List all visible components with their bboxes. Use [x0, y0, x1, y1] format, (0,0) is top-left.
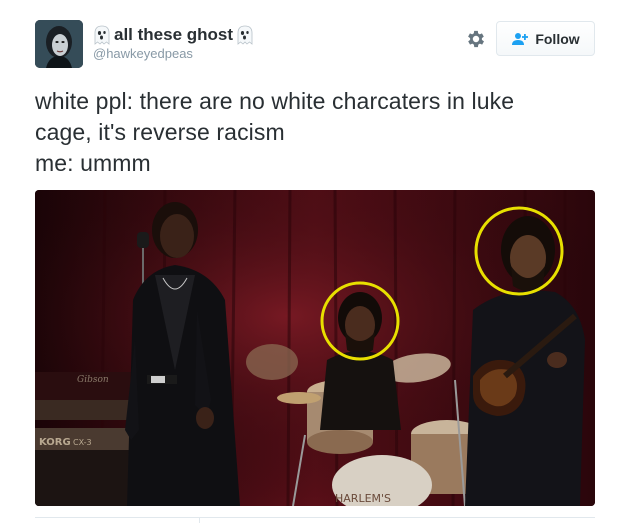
ghost-emoji-icon	[94, 25, 110, 45]
keyboard-model: CX-3	[73, 438, 92, 447]
organ-brand: Gibson	[77, 375, 109, 385]
user-avatar[interactable]	[35, 20, 83, 68]
ghost-emoji-icon	[237, 25, 253, 45]
gear-icon[interactable]	[465, 28, 487, 50]
footer-divider	[199, 517, 200, 523]
display-name[interactable]: all these ghost	[93, 24, 254, 46]
footer-divider	[35, 517, 595, 518]
tweet-text: white ppl: there are no white charcaters…	[35, 86, 605, 179]
display-name-text[interactable]: all these ghost	[114, 24, 233, 46]
tweet-line: cage, it's reverse racism	[35, 119, 285, 145]
tweet-media-photo[interactable]: Gibson KORG CX-3 HARLEM'S	[35, 190, 595, 506]
add-user-icon	[512, 32, 529, 45]
follow-label: Follow	[535, 30, 580, 47]
stage-band-photo: Gibson KORG CX-3 HARLEM'S	[35, 190, 595, 506]
follow-button[interactable]: Follow	[496, 21, 595, 56]
drum-head-text: HARLEM'S	[335, 492, 391, 505]
tweet-line: me: ummm	[35, 150, 151, 176]
tweet-card: all these ghost @hawkeyedpeas Follow whi…	[0, 0, 636, 523]
user-handle[interactable]: @hawkeyedpeas	[93, 46, 254, 61]
keyboard-brand: KORG	[39, 437, 71, 448]
tweet-line: white ppl: there are no white charcaters…	[35, 88, 515, 114]
user-info: all these ghost @hawkeyedpeas	[93, 24, 254, 61]
